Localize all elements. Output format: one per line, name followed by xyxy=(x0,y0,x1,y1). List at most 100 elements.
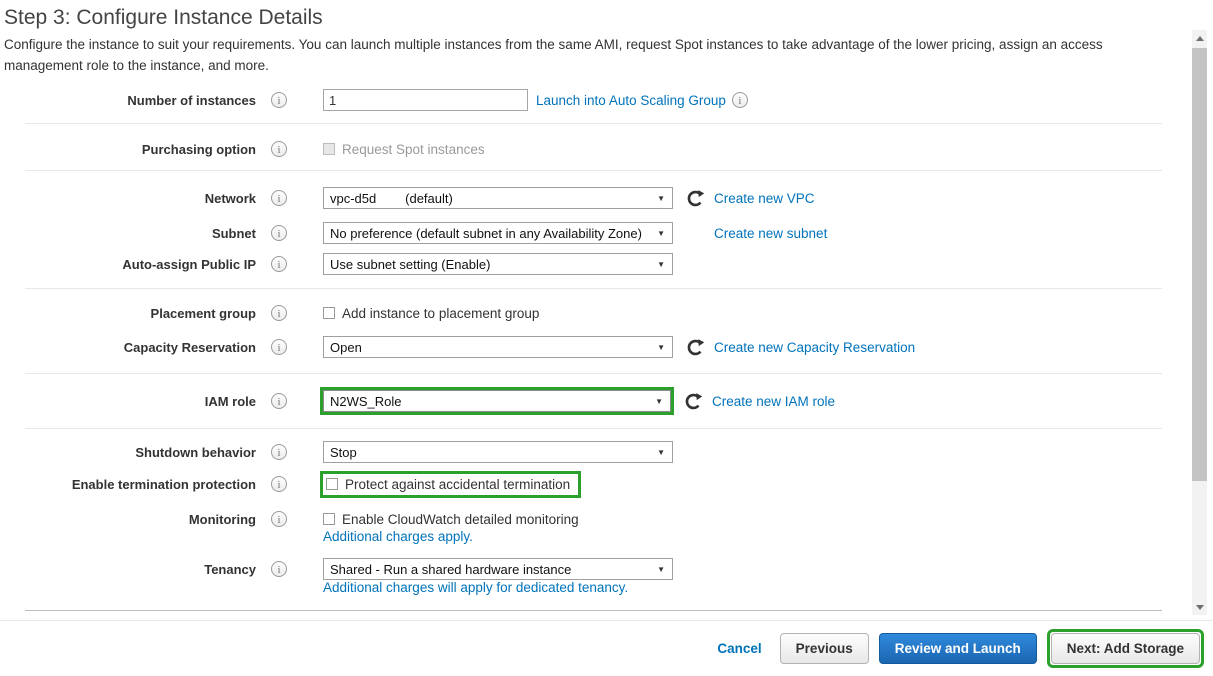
next-add-storage-button[interactable]: Next: Add Storage xyxy=(1050,633,1200,664)
tenancy-label: Tenancy xyxy=(204,561,256,577)
row-subnet: Subnet i No preference (default subnet i… xyxy=(0,221,827,245)
create-new-capacity-reservation-link[interactable]: Create new Capacity Reservation xyxy=(714,340,915,355)
auto-assign-public-ip-select-value: Use subnet setting (Enable) xyxy=(330,256,491,272)
chevron-down-icon: ▼ xyxy=(657,259,665,269)
info-icon[interactable]: i xyxy=(271,256,287,272)
create-new-vpc-link[interactable]: Create new VPC xyxy=(714,191,815,206)
divider xyxy=(25,288,1162,289)
capacity-reservation-select-value: Open xyxy=(330,339,362,355)
previous-button[interactable]: Previous xyxy=(779,633,869,664)
capacity-reservation-select[interactable]: Open ▼ xyxy=(323,336,673,358)
divider xyxy=(25,123,1162,124)
subnet-label: Subnet xyxy=(211,225,256,241)
number-of-instances-label: Number of instances xyxy=(127,92,256,108)
auto-assign-public-ip-label: Auto-assign Public IP xyxy=(122,256,256,272)
chevron-down-icon: ▼ xyxy=(657,447,665,457)
chevron-down-icon: ▼ xyxy=(657,564,665,574)
row-purchasing-option: Purchasing option i Request Spot instanc… xyxy=(0,137,485,161)
iam-role-select-value: N2WS_Role xyxy=(330,393,402,409)
content-bottom-divider xyxy=(25,610,1162,611)
row-shutdown-behavior: Shutdown behavior i Stop ▼ xyxy=(0,440,673,464)
info-icon[interactable]: i xyxy=(271,476,287,492)
number-of-instances-input[interactable] xyxy=(323,89,528,111)
shutdown-behavior-select-value: Stop xyxy=(330,444,357,460)
row-monitoring: Monitoring i Enable CloudWatch detailed … xyxy=(0,507,579,531)
row-iam-role: IAM role i N2WS_Role ▼ Create new IAM ro… xyxy=(0,387,835,415)
scrollbar-thumb[interactable] xyxy=(1192,48,1207,481)
info-icon[interactable]: i xyxy=(271,92,287,108)
scroll-down-button[interactable] xyxy=(1192,599,1207,615)
scroll-up-icon xyxy=(1195,35,1204,41)
iam-role-label: IAM role xyxy=(204,393,256,409)
chevron-down-icon: ▼ xyxy=(655,396,663,406)
enable-cloudwatch-detailed-monitoring-checkbox[interactable] xyxy=(323,513,335,525)
enable-termination-protection-label: Enable termination protection xyxy=(71,476,256,492)
info-icon[interactable]: i xyxy=(271,305,287,321)
info-icon[interactable]: i xyxy=(271,511,287,527)
add-instance-to-placement-group-label: Add instance to placement group xyxy=(342,305,540,321)
auto-assign-public-ip-select[interactable]: Use subnet setting (Enable) ▼ xyxy=(323,253,673,275)
page-description: Configure the instance to suit your requ… xyxy=(4,37,1103,73)
page-title: Step 3: Configure Instance Details xyxy=(4,6,323,29)
capacity-reservation-label: Capacity Reservation xyxy=(123,339,256,355)
footer-bar: Cancel Previous Review and Launch Next: … xyxy=(0,620,1213,676)
cancel-link[interactable]: Cancel xyxy=(717,641,761,656)
row-capacity-reservation: Capacity Reservation i Open ▼ Create new… xyxy=(0,335,915,359)
refresh-icon[interactable] xyxy=(684,392,703,411)
network-select-value: vpc-d5d (default) xyxy=(330,190,453,206)
info-icon[interactable]: i xyxy=(271,339,287,355)
row-enable-termination-protection: Enable termination protection i Protect … xyxy=(0,470,582,498)
divider xyxy=(25,170,1162,171)
configure-instance-details-page: Step 3: Configure Instance Details Confi… xyxy=(0,0,1213,676)
row-number-of-instances: Number of instances i Launch into Auto S… xyxy=(0,88,748,112)
review-and-launch-button[interactable]: Review and Launch xyxy=(878,633,1037,664)
protect-against-accidental-termination-checkbox[interactable] xyxy=(326,478,338,490)
monitoring-charges-note: Additional charges apply. xyxy=(323,529,473,544)
iam-role-highlight-box: N2WS_Role ▼ xyxy=(320,387,674,415)
info-icon[interactable]: i xyxy=(271,190,287,206)
enable-cloudwatch-detailed-monitoring-label: Enable CloudWatch detailed monitoring xyxy=(342,511,579,527)
info-icon[interactable]: i xyxy=(271,225,287,241)
launch-into-auto-scaling-group-link[interactable]: Launch into Auto Scaling Group xyxy=(536,93,726,108)
request-spot-instances-checkbox xyxy=(323,143,335,155)
subnet-select[interactable]: No preference (default subnet in any Ava… xyxy=(323,222,673,244)
network-label: Network xyxy=(204,190,256,206)
iam-role-select[interactable]: N2WS_Role ▼ xyxy=(323,390,671,412)
shutdown-behavior-select[interactable]: Stop ▼ xyxy=(323,441,673,463)
row-auto-assign-public-ip: Auto-assign Public IP i Use subnet setti… xyxy=(0,252,673,276)
create-new-subnet-link[interactable]: Create new subnet xyxy=(714,226,827,241)
subnet-select-value: No preference (default subnet in any Ava… xyxy=(330,225,642,241)
info-icon[interactable]: i xyxy=(731,92,748,108)
create-new-iam-role-link[interactable]: Create new IAM role xyxy=(712,394,835,409)
scroll-up-button[interactable] xyxy=(1192,30,1207,46)
scroll-down-icon xyxy=(1195,604,1204,610)
chevron-down-icon: ▼ xyxy=(657,342,665,352)
monitoring-label: Monitoring xyxy=(188,511,256,527)
placement-group-label: Placement group xyxy=(150,305,256,321)
vertical-scrollbar[interactable] xyxy=(1192,30,1207,615)
termination-protection-highlight-box: Protect against accidental termination xyxy=(320,470,582,498)
protect-against-accidental-termination-label: Protect against accidental termination xyxy=(345,476,571,492)
refresh-icon[interactable] xyxy=(686,189,705,208)
next-button-highlight-box: Next: Add Storage xyxy=(1046,629,1204,668)
network-select[interactable]: vpc-d5d (default) ▼ xyxy=(323,187,673,209)
tenancy-select[interactable]: Shared - Run a shared hardware instance … xyxy=(323,558,673,580)
row-tenancy: Tenancy i Shared - Run a shared hardware… xyxy=(0,557,673,581)
shutdown-behavior-label: Shutdown behavior xyxy=(135,444,256,460)
request-spot-instances-label: Request Spot instances xyxy=(342,141,485,157)
purchasing-option-label: Purchasing option xyxy=(141,141,256,157)
add-instance-to-placement-group-checkbox[interactable] xyxy=(323,307,335,319)
info-icon[interactable]: i xyxy=(271,141,287,157)
row-network: Network i vpc-d5d (default) ▼ Create new… xyxy=(0,186,815,210)
info-icon[interactable]: i xyxy=(271,561,287,577)
info-icon[interactable]: i xyxy=(271,444,287,460)
refresh-icon[interactable] xyxy=(686,338,705,357)
divider xyxy=(25,373,1162,374)
chevron-down-icon: ▼ xyxy=(657,193,665,203)
divider xyxy=(25,428,1162,429)
tenancy-select-value: Shared - Run a shared hardware instance xyxy=(330,561,572,577)
tenancy-charges-note: Additional charges will apply for dedica… xyxy=(323,580,629,595)
row-placement-group: Placement group i Add instance to placem… xyxy=(0,301,539,325)
chevron-down-icon: ▼ xyxy=(657,228,665,238)
info-icon[interactable]: i xyxy=(271,393,287,409)
